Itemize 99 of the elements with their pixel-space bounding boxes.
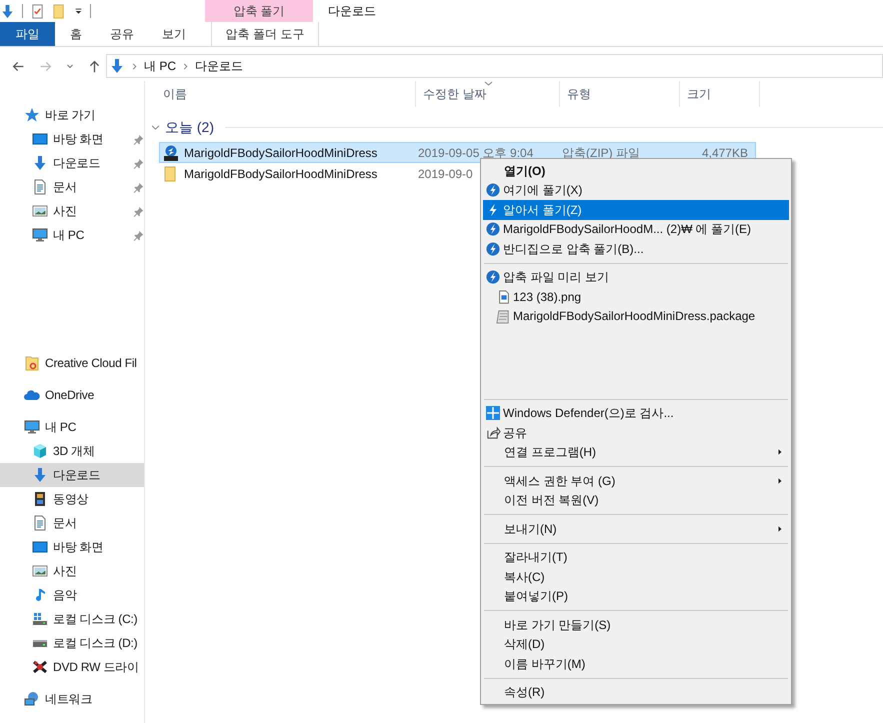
size-text: 4,477KB bbox=[700, 144, 749, 162]
image-file-icon bbox=[497, 290, 511, 304]
nav-item[interactable]: 사진 bbox=[0, 199, 144, 223]
breadcrumb[interactable]: 내 PC bbox=[144, 57, 176, 75]
sort-caret-icon bbox=[484, 81, 493, 86]
context-menu[interactable] bbox=[480, 158, 792, 705]
nav-item[interactable]: 문서 bbox=[0, 511, 144, 535]
hard-drive-icon bbox=[32, 611, 48, 627]
nav-item[interactable]: 내 PC bbox=[0, 415, 144, 439]
file-name: MarigoldFBodySailorHoodMiniDress bbox=[184, 144, 378, 162]
menu-item[interactable]: 속성(R) bbox=[483, 682, 789, 702]
chevron-down-icon[interactable] bbox=[151, 122, 160, 132]
address-field[interactable]: 내 PC 다운로드 bbox=[106, 54, 883, 78]
document-icon bbox=[32, 515, 48, 531]
nav-item[interactable]: OneDrive bbox=[0, 383, 144, 407]
network-icon bbox=[24, 691, 40, 707]
submenu-arrow-icon bbox=[777, 449, 783, 456]
nav-item[interactable]: 다운로드 bbox=[0, 151, 144, 175]
download-arrow-icon bbox=[32, 155, 48, 171]
nav-item[interactable]: 바탕 화면 bbox=[0, 127, 144, 151]
package-file-icon bbox=[496, 308, 511, 324]
menu-item[interactable]: 반디집으로 압축 풀기(B)... bbox=[483, 239, 789, 258]
group-header[interactable]: 오늘 (2) bbox=[165, 116, 214, 138]
ribbon-tab[interactable]: 보기 bbox=[148, 22, 208, 46]
menu-item[interactable]: 바로 가기 만들기(S) bbox=[483, 615, 789, 634]
checklist-icon[interactable] bbox=[30, 4, 45, 18]
window-title: 다운로드 bbox=[327, 3, 376, 20]
desktop-icon bbox=[32, 539, 48, 555]
submenu-arrow-icon bbox=[777, 478, 783, 484]
folder-icon bbox=[24, 355, 40, 371]
chevron-right-icon bbox=[182, 62, 190, 70]
lightning-badge-icon bbox=[486, 242, 500, 256]
menu-item[interactable]: MarigoldFBodySailorHoodM... (2)₩ 에 풀기(E) bbox=[483, 220, 789, 239]
ribbon-tab[interactable]: 공유 bbox=[96, 22, 148, 46]
lightning-badge-icon bbox=[486, 222, 500, 236]
nav-item[interactable]: 음악 bbox=[0, 583, 144, 607]
ribbon-tab[interactable]: 압축 폴더 도구 bbox=[211, 22, 319, 46]
download-arrow-icon bbox=[109, 58, 125, 74]
column-header[interactable]: 유형 bbox=[560, 81, 680, 107]
ribbon-tab[interactable]: 홈 bbox=[56, 22, 96, 46]
menu-item[interactable]: 공유 bbox=[483, 423, 789, 442]
chevron-right-icon bbox=[131, 62, 138, 70]
menu-item[interactable]: 여기에 풀기(X) bbox=[483, 180, 789, 200]
date-text: 2019-09-0 bbox=[418, 166, 473, 182]
menu-item[interactable]: 123 (38).png bbox=[483, 287, 789, 306]
nav-item[interactable]: 동영상 bbox=[0, 487, 144, 511]
nav-item[interactable]: 사진 bbox=[0, 559, 144, 583]
film-icon bbox=[32, 491, 48, 507]
menu-item[interactable]: 연결 프로그램(H) bbox=[483, 442, 789, 462]
menu-item[interactable]: MarigoldFBodySailorHoodMiniDress.package bbox=[483, 306, 789, 326]
ribbon-tab[interactable]: 파일 bbox=[0, 22, 55, 46]
lightning-badge-icon bbox=[486, 270, 500, 284]
download-arrow-icon[interactable] bbox=[0, 4, 15, 18]
lightning-badge-icon bbox=[486, 183, 500, 198]
nav-item[interactable]: 내 PC bbox=[0, 223, 144, 247]
submenu-arrow-icon bbox=[777, 526, 783, 532]
share-icon bbox=[486, 425, 500, 440]
nav-item[interactable]: 로컬 디스크 (D:) bbox=[0, 631, 144, 655]
nav-item[interactable]: DVD RW 드라이 bbox=[0, 655, 144, 679]
picture-icon bbox=[32, 203, 48, 219]
monitor-icon bbox=[32, 227, 48, 243]
back-icon[interactable] bbox=[12, 60, 25, 72]
column-header[interactable]: 수정한 날짜 bbox=[416, 81, 560, 107]
cube-icon bbox=[32, 443, 48, 459]
nav-item[interactable]: 로컬 디스크 (C:) bbox=[0, 607, 144, 631]
document-icon bbox=[32, 179, 48, 195]
menu-item[interactable]: 알아서 풀기(Z) bbox=[483, 200, 789, 220]
menu-item[interactable]: 붙여넣기(P) bbox=[483, 586, 789, 606]
zip-file-icon bbox=[163, 144, 179, 160]
desktop-icon bbox=[32, 131, 48, 147]
star-icon bbox=[24, 107, 40, 123]
nav-item[interactable]: Creative Cloud Fil bbox=[0, 351, 144, 375]
dropdown-icon[interactable] bbox=[74, 6, 83, 16]
file-name: MarigoldFBodySailorHoodMiniDress bbox=[184, 166, 378, 182]
menu-item[interactable]: 이름 바꾸기(M) bbox=[483, 654, 789, 674]
nav-item[interactable]: 3D 개체 bbox=[0, 439, 144, 463]
menu-item[interactable]: 이전 버전 복원(V) bbox=[483, 490, 789, 510]
up-icon[interactable] bbox=[88, 60, 101, 72]
picture-icon bbox=[32, 563, 48, 579]
nav-item[interactable]: 다운로드 bbox=[0, 463, 144, 487]
menu-item[interactable]: 보내기(N) bbox=[483, 519, 789, 538]
breadcrumb[interactable]: 다운로드 bbox=[195, 57, 244, 75]
nav-item[interactable]: 바로 가기 bbox=[0, 103, 144, 127]
context-tab-group-label: 압축 풀기 bbox=[205, 0, 313, 22]
menu-item[interactable]: 복사(C) bbox=[483, 567, 789, 586]
column-header[interactable]: 크기 bbox=[680, 81, 760, 107]
menu-item[interactable]: 액세스 권한 부여 (G) bbox=[483, 471, 789, 490]
nav-item[interactable]: 문서 bbox=[0, 175, 144, 199]
menu-item[interactable]: 잘라내기(T) bbox=[483, 548, 789, 567]
column-header[interactable]: 이름 bbox=[162, 81, 416, 107]
menu-item[interactable]: 압축 파일 미리 보기 bbox=[483, 268, 789, 287]
nav-item[interactable]: 바탕 화면 bbox=[0, 535, 144, 559]
menu-item[interactable]: 열기(O) bbox=[483, 161, 789, 180]
date-text: 2019-09-05 오후 9:04 bbox=[418, 144, 534, 162]
nav-item[interactable]: 네트워크 bbox=[0, 687, 144, 711]
download-arrow-icon bbox=[32, 467, 48, 483]
menu-item[interactable]: 삭제(D) bbox=[483, 634, 789, 654]
monitor-icon bbox=[24, 419, 40, 435]
menu-item[interactable]: Windows Defender(으)로 검사... bbox=[483, 404, 789, 423]
